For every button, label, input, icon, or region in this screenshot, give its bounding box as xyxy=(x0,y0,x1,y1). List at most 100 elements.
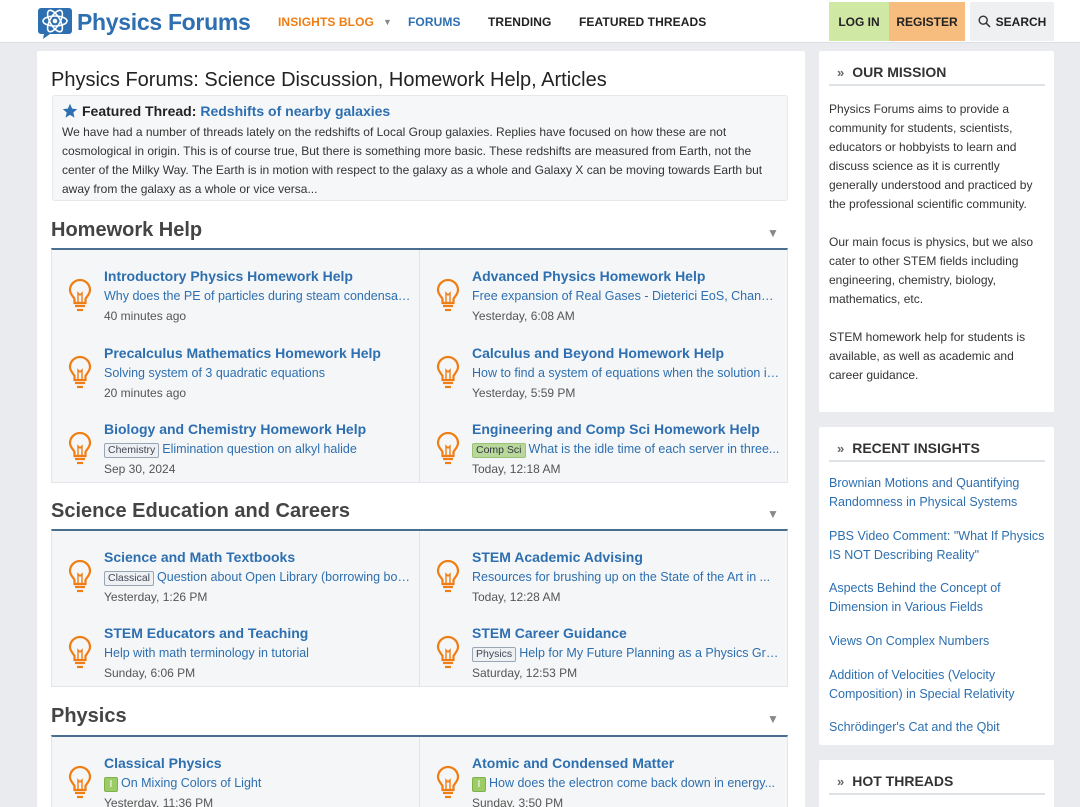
nav-trending[interactable]: TRENDING xyxy=(488,0,551,43)
forum-title[interactable]: Introductory Physics Homework Help xyxy=(104,268,353,284)
latest-thread-link[interactable]: Classical Question about Open Library (bo… xyxy=(104,570,412,586)
latest-thread-link[interactable]: Solving system of 3 quadratic equations xyxy=(104,366,412,380)
sidebar-heading: » RECENT INSIGHTS xyxy=(829,436,1045,462)
forum-title[interactable]: Advanced Physics Homework Help xyxy=(472,268,705,284)
atom-logo-icon xyxy=(38,8,72,39)
forum-node: Atomic and Condensed Matter I How does th… xyxy=(420,745,780,807)
forum-node: Classical Physics I On Mixing Colors of L… xyxy=(52,745,412,807)
lightbulb-icon xyxy=(436,355,460,389)
lightbulb-icon xyxy=(68,431,92,465)
sidebar-recent-insights: » RECENT INSIGHTS Brownian Motions and Q… xyxy=(819,427,1054,745)
forum-node: STEM Educators and Teaching Help with ma… xyxy=(52,615,412,685)
chevron-right-icon: » xyxy=(837,773,845,789)
prefix-tag: Classical xyxy=(104,571,155,586)
latest-thread-time: Sep 30, 2024 xyxy=(104,462,176,476)
forum-node: Introductory Physics Homework Help Why d… xyxy=(52,258,412,328)
latest-thread-link[interactable]: Resources for brushing up on the State o… xyxy=(472,570,780,584)
latest-thread-link[interactable]: Free expansion of Real Gases - Dieterici… xyxy=(472,289,780,303)
forum-title[interactable]: STEM Educators and Teaching xyxy=(104,625,308,641)
sidebar-our-mission: » OUR MISSION Physics Forums aims to pro… xyxy=(819,51,1054,412)
insight-link[interactable]: Aspects Behind the Concept of Dimension … xyxy=(829,579,1047,617)
sidebar-heading-label: HOT THREADS xyxy=(852,773,954,789)
latest-thread-time: Sunday, 6:06 PM xyxy=(104,666,196,680)
latest-thread-time: Yesterday, 1:26 PM xyxy=(104,590,208,604)
mission-text: Physics Forums aims to provide a communi… xyxy=(829,100,1043,404)
nav-forums[interactable]: FORUMS xyxy=(408,0,461,43)
site-name: Physics Forums xyxy=(77,8,251,35)
forum-title[interactable]: Biology and Chemistry Homework Help xyxy=(104,421,366,437)
latest-thread-title: What is the idle time of each server in … xyxy=(528,442,780,456)
forum-title[interactable]: Precalculus Mathematics Homework Help xyxy=(104,345,381,361)
forum-title[interactable]: Classical Physics xyxy=(104,755,222,771)
register-button[interactable]: REGISTER xyxy=(889,2,965,41)
latest-thread-time: Saturday, 12:53 PM xyxy=(472,666,578,680)
site-logo[interactable]: Physics Forums xyxy=(36,4,251,40)
chevron-down-icon: ▼ xyxy=(382,16,392,27)
lightbulb-icon xyxy=(68,765,92,799)
latest-thread-link[interactable]: Why does the PE of particles during stea… xyxy=(104,289,412,303)
prefix-tag: Comp Sci xyxy=(472,443,526,458)
featured-thread-link[interactable]: Redshifts of nearby galaxies xyxy=(200,103,390,119)
forum-title[interactable]: STEM Career Guidance xyxy=(472,625,627,641)
latest-thread-title: How does the electron come back down in … xyxy=(489,776,776,790)
forum-node: Science and Math Textbooks Classical Ques… xyxy=(52,539,412,609)
latest-thread-title: Elimination question on alkyl halide xyxy=(162,442,357,456)
latest-thread-time: Sunday, 3:50 PM xyxy=(472,796,564,807)
forum-title[interactable]: Science and Math Textbooks xyxy=(104,549,295,565)
section-homework-help: Introductory Physics Homework Help Why d… xyxy=(51,248,788,483)
forum-title[interactable]: Engineering and Comp Sci Homework Help xyxy=(472,421,760,437)
forum-title[interactable]: Calculus and Beyond Homework Help xyxy=(472,345,724,361)
sidebar-heading-label: OUR MISSION xyxy=(852,64,947,80)
forum-node: Precalculus Mathematics Homework Help So… xyxy=(52,335,412,405)
login-button[interactable]: LOG IN xyxy=(829,2,889,41)
search-button[interactable]: SEARCH xyxy=(970,2,1054,41)
lightbulb-icon xyxy=(68,635,92,669)
section-title-physics: Physics xyxy=(51,705,127,727)
lightbulb-icon xyxy=(436,559,460,593)
forum-title[interactable]: STEM Academic Advising xyxy=(472,549,643,565)
insight-link[interactable]: Brownian Motions and Quantifying Randomn… xyxy=(829,474,1047,512)
lightbulb-icon xyxy=(68,355,92,389)
featured-thread-box: Featured Thread: Redshifts of nearby gal… xyxy=(52,95,788,201)
lightbulb-icon xyxy=(68,278,92,312)
latest-thread-link[interactable]: Chemistry Elimination question on alkyl h… xyxy=(104,442,412,458)
mission-paragraph: Our main focus is physics, but we also c… xyxy=(829,235,1034,306)
forum-title[interactable]: Atomic and Condensed Matter xyxy=(472,755,674,771)
latest-thread-time: 20 minutes ago xyxy=(104,386,187,400)
section-title-science-education: Science Education and Careers xyxy=(51,500,351,522)
latest-thread-link[interactable]: Physics Help for My Future Planning as a … xyxy=(472,646,780,662)
insight-link[interactable]: PBS Video Comment: "What If Physics IS N… xyxy=(829,527,1047,565)
chevron-right-icon: » xyxy=(837,64,845,80)
search-label: SEARCH xyxy=(995,14,1047,29)
lightbulb-icon xyxy=(436,765,460,799)
insight-link[interactable]: Addition of Velocities (Velocity Composi… xyxy=(829,666,1047,704)
chevron-down-icon[interactable]: ▼ xyxy=(767,712,779,726)
latest-thread-link[interactable]: Comp Sci What is the idle time of each se… xyxy=(472,442,780,458)
insight-link[interactable]: Views On Complex Numbers xyxy=(829,632,1047,651)
nav-insights-label: INSIGHTS BLOG xyxy=(278,14,374,29)
latest-thread-link[interactable]: I On Mixing Colors of Light xyxy=(104,776,412,792)
latest-thread-link[interactable]: I How does the electron come back down in… xyxy=(472,776,780,792)
forum-node: Calculus and Beyond Homework Help How to… xyxy=(420,335,780,405)
latest-thread-link[interactable]: How to find a system of equations when t… xyxy=(472,366,780,380)
chevron-down-icon[interactable]: ▼ xyxy=(767,507,779,521)
main-content: Physics Forums: Science Discussion, Home… xyxy=(37,51,805,807)
lightbulb-icon xyxy=(436,635,460,669)
insight-link[interactable]: Schrödinger's Cat and the Qbit xyxy=(829,718,1047,737)
latest-thread-time: Today, 12:28 AM xyxy=(472,590,561,604)
forum-node: Biology and Chemistry Homework Help Chem… xyxy=(52,411,412,481)
latest-thread-title: Question about Open Library (borrowing b… xyxy=(157,570,412,584)
lightbulb-icon xyxy=(436,278,460,312)
section-title-homework-help: Homework Help xyxy=(51,219,203,241)
page-title: Physics Forums: Science Discussion, Home… xyxy=(51,69,607,91)
chevron-down-icon[interactable]: ▼ xyxy=(767,226,779,240)
forum-node: STEM Academic Advising Resources for bru… xyxy=(420,539,780,609)
latest-thread-time: Yesterday, 11:36 PM xyxy=(104,796,214,807)
chevron-right-icon: » xyxy=(837,440,845,456)
nav-insights-blog[interactable]: INSIGHTS BLOG ▼ xyxy=(278,0,392,43)
latest-thread-link[interactable]: Help with math terminology in tutorial xyxy=(104,646,412,660)
nav-featured-threads[interactable]: FEATURED THREADS xyxy=(579,0,706,43)
lightbulb-icon xyxy=(68,559,92,593)
featured-thread-label: Featured Thread: xyxy=(82,103,197,119)
featured-thread-heading: Featured Thread: Redshifts of nearby gal… xyxy=(62,101,778,121)
